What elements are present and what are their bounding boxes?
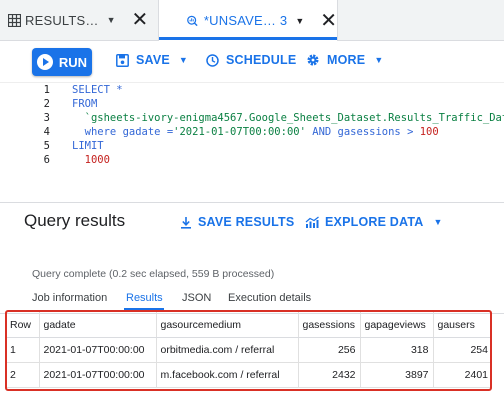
grid-icon xyxy=(8,13,21,27)
query-results-title: Query results xyxy=(24,211,126,230)
column-header-gausers: gausers xyxy=(432,312,492,338)
chevron-down-icon: ▼ xyxy=(178,55,189,65)
tab-execution-details[interactable]: Execution details xyxy=(228,292,311,304)
line-number: 4 xyxy=(43,126,50,138)
chevron-down-icon: ▼ xyxy=(433,217,443,227)
active-tab-indicator xyxy=(124,308,164,311)
run-button-label: RUN xyxy=(58,54,88,70)
run-button[interactable]: RUN xyxy=(32,48,92,76)
schedule-button-label: SCHEDULE xyxy=(226,53,297,67)
line-number: 3 xyxy=(43,112,50,124)
code-token: 1000 xyxy=(72,154,110,166)
cell-gausers: 2401 xyxy=(432,362,492,388)
column-header-gasourcemedium: gasourcemedium xyxy=(155,312,298,338)
results-table-container: Row gadate gasourcemedium gasessions gap… xyxy=(6,312,492,390)
editor-tab-bar: RESULTS… ▼ ✕ *UNSAVE… 3 ▼ ✕ xyxy=(0,0,504,41)
tab-job-information[interactable]: Job information xyxy=(32,292,107,304)
explore-data-button[interactable]: EXPLORE DATA ▼ xyxy=(305,215,443,229)
code-line: FROM xyxy=(72,97,97,111)
code-line: 1000 xyxy=(72,153,110,167)
query-icon xyxy=(187,15,198,26)
more-button[interactable]: MORE ▼ xyxy=(306,53,383,67)
code-token: '2021-01-07T00:00:00' xyxy=(173,126,306,138)
code-line: where gadate ='2021-01-07T00:00:00' AND … xyxy=(72,125,439,139)
line-number: 2 xyxy=(43,98,50,110)
cell-gadate: 2021-01-07T00:00:00 xyxy=(38,362,156,388)
query-status: Query complete (0.2 sec elapsed, 559 B p… xyxy=(32,268,275,280)
sql-editor[interactable]: 1 2 3 4 5 6 SELECT * FROM `gsheets-ivory-… xyxy=(0,82,504,203)
close-icon[interactable]: ✕ xyxy=(132,10,149,30)
save-icon xyxy=(116,53,129,67)
chevron-down-icon[interactable]: ▼ xyxy=(107,15,116,25)
line-number: 1 xyxy=(43,84,50,96)
cell-gausers: 254 xyxy=(432,337,492,363)
code-token: FROM xyxy=(72,98,98,110)
column-header-row: Row xyxy=(6,312,39,338)
line-number: 6 xyxy=(43,154,50,166)
code-token: where gadate = xyxy=(72,126,174,138)
cell-gasourcemedium: m.facebook.com / referral xyxy=(155,362,298,388)
code-line: SELECT * xyxy=(72,83,123,97)
cell-gasourcemedium: orbitmedia.com / referral xyxy=(155,337,298,363)
save-button[interactable]: SAVE ▼ xyxy=(116,53,188,67)
code-token: 100 xyxy=(419,126,439,138)
clock-icon xyxy=(206,53,219,67)
line-number: 5 xyxy=(43,140,50,152)
code-token: SELECT * xyxy=(72,84,123,96)
chevron-down-icon[interactable]: ▼ xyxy=(295,16,304,26)
chevron-down-icon: ▼ xyxy=(374,55,384,65)
panel-divider[interactable] xyxy=(0,202,504,203)
save-button-label: SAVE xyxy=(136,53,170,67)
table-row[interactable]: 1 2021-01-07T00:00:00 orbitmedia.com / r… xyxy=(6,337,492,363)
save-results-label: SAVE RESULTS xyxy=(198,215,295,229)
column-header-gasessions: gasessions xyxy=(297,312,360,338)
cell-gasessions: 2432 xyxy=(297,362,360,388)
code-token: `gsheets-ivory-enigma4567.Google_Sheets_… xyxy=(72,112,504,124)
cell-gapageviews: 3897 xyxy=(359,362,433,388)
close-icon[interactable]: ✕ xyxy=(320,11,337,31)
table-header-row: Row gadate gasourcemedium gasessions gap… xyxy=(6,312,492,338)
code-token: LIMIT xyxy=(72,140,104,152)
gear-icon xyxy=(307,54,319,66)
save-results-button[interactable]: SAVE RESULTS xyxy=(180,215,294,229)
query-toolbar: RUN SAVE ▼ SCHEDULE MORE ▼ xyxy=(0,41,504,79)
line-number-gutter: 1 2 3 4 5 6 xyxy=(0,83,68,203)
play-icon xyxy=(36,54,53,70)
more-button-label: MORE xyxy=(327,53,366,67)
tab-results[interactable]: Results xyxy=(126,292,163,304)
cell-row: 1 xyxy=(6,337,39,363)
cell-row: 2 xyxy=(6,362,39,388)
tab-json[interactable]: JSON xyxy=(182,292,211,304)
column-header-gadate: gadate xyxy=(38,312,156,338)
schedule-button[interactable]: SCHEDULE xyxy=(206,53,296,67)
results-tabs: Job information Results JSON Execution d… xyxy=(0,290,504,312)
explore-data-label: EXPLORE DATA xyxy=(325,215,424,229)
code-token: AND gasessions > xyxy=(305,126,420,138)
cell-gapageviews: 318 xyxy=(359,337,433,363)
cell-gasessions: 256 xyxy=(297,337,360,363)
code-line: LIMIT xyxy=(72,139,104,153)
chart-icon xyxy=(305,216,319,228)
column-header-gapageviews: gapageviews xyxy=(359,312,433,338)
cell-gadate: 2021-01-07T00:00:00 xyxy=(38,337,156,363)
tab-results-label: RESULTS… xyxy=(25,12,99,28)
download-icon xyxy=(181,216,191,229)
table-row[interactable]: 2 2021-01-07T00:00:00 m.facebook.com / r… xyxy=(6,362,492,388)
results-table: Row gadate gasourcemedium gasessions gap… xyxy=(6,312,492,388)
tab-unsaved-query[interactable]: *UNSAVE… 3 ▼ ✕ xyxy=(158,0,338,41)
tab-unsaved-query-label: *UNSAVE… 3 xyxy=(203,13,288,28)
code-line: `gsheets-ivory-enigma4567.Google_Sheets_… xyxy=(72,111,504,125)
tab-results[interactable]: RESULTS… ▼ ✕ xyxy=(0,0,158,40)
